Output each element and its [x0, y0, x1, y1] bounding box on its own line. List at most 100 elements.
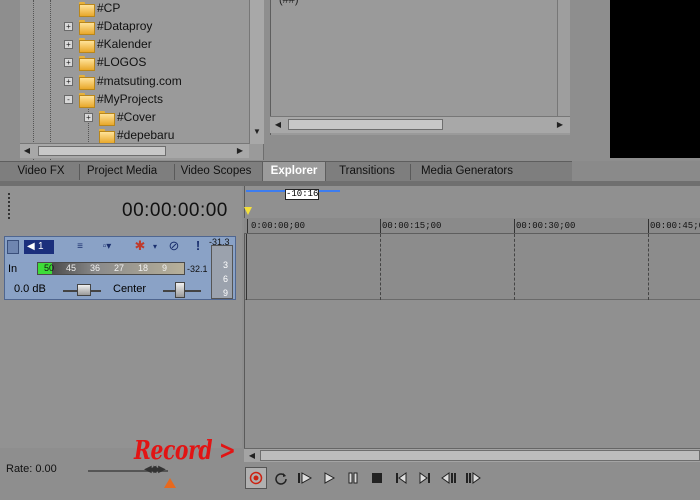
file-list-scroll-thumb[interactable]	[288, 119, 443, 130]
track-list-area	[0, 186, 242, 448]
stop-button[interactable]	[366, 467, 388, 489]
ruler-tick-label: 00:00:45;00	[650, 221, 700, 231]
meter-label: 3	[223, 260, 229, 270]
timecode-display: 00:00:00:00	[122, 200, 228, 221]
next-frame-icon	[466, 472, 481, 484]
stop-icon	[372, 473, 382, 483]
tab-explorer[interactable]: Explorer	[262, 162, 326, 182]
scroll-left-arrow-icon[interactable]: ◀	[272, 119, 284, 131]
tree-horizontal-scrollbar[interactable]: ◀ ▶	[20, 143, 249, 158]
meter-label: 9	[223, 288, 229, 298]
gear-icon[interactable]: ✱	[133, 239, 147, 253]
tree-folder-item[interactable]: + #Dataproy	[64, 17, 152, 35]
collapse-icon[interactable]: -	[64, 94, 73, 104]
play-from-start-button[interactable]	[294, 467, 316, 489]
ruler-tick	[247, 219, 248, 233]
go-to-start-icon	[396, 472, 407, 484]
playback-rate-label: Rate: 0.00	[6, 463, 57, 475]
expand-icon[interactable]: +	[64, 76, 73, 86]
play-button[interactable]	[318, 467, 340, 489]
grid-line	[514, 234, 515, 300]
tab-video-scopes[interactable]: Video Scopes	[177, 162, 255, 182]
next-frame-button[interactable]	[462, 467, 484, 489]
audio-track-header[interactable]: ◀ 1 ≡ ▫▾ ✱ ▾ ⊘ ! In -31.3 50 45 36 27 18…	[4, 236, 236, 300]
track-expand-icon[interactable]	[7, 240, 19, 254]
volume-value: 0.0 dB	[14, 283, 46, 295]
pan-slider-knob[interactable]	[175, 282, 185, 298]
folder-icon	[79, 74, 95, 90]
loop-playback-button[interactable]	[270, 467, 292, 489]
tree-folder-item[interactable]: #depebaru	[84, 126, 174, 144]
tree-folder-item[interactable]: + #LOGOS	[64, 53, 146, 71]
tree-vertical-scrollbar[interactable]: ▼	[249, 0, 264, 144]
volume-slider-knob[interactable]	[77, 284, 91, 296]
ruler-tick	[380, 219, 381, 233]
gear-dropdown-icon[interactable]: ▾	[148, 240, 162, 254]
ruler-tick	[648, 219, 649, 233]
tab-transitions[interactable]: Transitions	[330, 162, 404, 182]
play-icon	[324, 472, 336, 484]
folder-icon	[99, 110, 115, 126]
pause-icon	[348, 472, 358, 484]
rate-slider-thumb-icon[interactable]	[164, 478, 176, 488]
record-button[interactable]	[245, 467, 267, 489]
tree-folder-item[interactable]: #CP	[64, 0, 120, 17]
tree-folder-item[interactable]: + #Cover	[84, 108, 156, 126]
video-preview-window	[610, 0, 700, 158]
output-level-meter: 3 6 9	[211, 245, 233, 299]
time-ruler[interactable]	[244, 218, 700, 234]
meter-label: 45	[66, 263, 77, 273]
ruler-tick-label: 00:00:30;00	[516, 221, 576, 231]
folder-label: #LOGOS	[97, 55, 147, 69]
expand-icon[interactable]: +	[64, 57, 73, 67]
go-to-end-button[interactable]	[414, 467, 436, 489]
file-list-vertical-scrollbar[interactable]	[557, 0, 570, 116]
tab-media-generators[interactable]: Media Generators	[414, 162, 520, 182]
grid-line	[648, 234, 649, 300]
automation-icon[interactable]: ▫▾	[95, 240, 119, 254]
expand-icon[interactable]: +	[64, 39, 73, 49]
file-list-horizontal-scrollbar[interactable]: ◀ ▶	[270, 116, 570, 133]
cursor-line	[246, 234, 247, 300]
mute-icon[interactable]: ⊘	[167, 239, 181, 253]
expand-icon[interactable]: +	[64, 21, 73, 31]
timeline-horizontal-scrollbar[interactable]: ◀	[244, 448, 700, 462]
timeline-scroll-thumb[interactable]	[260, 450, 700, 461]
meter-label: 9	[162, 263, 168, 273]
tab-video-fx[interactable]: Video FX	[6, 162, 76, 182]
drag-grip-icon[interactable]	[8, 193, 12, 219]
meter-label: 36	[90, 263, 101, 273]
playhead-marker-icon[interactable]	[244, 207, 252, 215]
go-to-start-button[interactable]	[390, 467, 412, 489]
track-fx-icon[interactable]: ≡	[73, 240, 87, 254]
folder-label: #MyProjects	[97, 92, 164, 106]
folder-label: #CP	[97, 1, 121, 15]
scroll-right-arrow-icon[interactable]: ▶	[554, 119, 566, 131]
window-docking-tabs: Video FX Project Media Video Scopes Expl…	[0, 161, 572, 182]
folder-icon	[99, 128, 115, 144]
loop-icon	[275, 473, 287, 485]
ruler-tick-label: 00:00:15;00	[382, 221, 442, 231]
tree-scroll-thumb[interactable]	[38, 146, 166, 156]
previous-frame-button[interactable]	[438, 467, 460, 489]
meter-label: 18	[138, 263, 149, 273]
record-icon	[249, 471, 263, 485]
folder-label: #matsuting.com	[97, 74, 182, 88]
tree-folder-item[interactable]: - #MyProjects	[64, 90, 163, 108]
file-list-item[interactable]: (##)	[279, 0, 299, 6]
expand-icon[interactable]: +	[84, 112, 93, 122]
scroll-down-arrow-icon[interactable]: ▼	[251, 126, 263, 138]
audio-track-lane[interactable]	[245, 234, 700, 300]
solo-icon[interactable]: !	[191, 239, 205, 253]
loop-region-length: -10:16	[285, 189, 319, 200]
scroll-left-arrow-icon[interactable]: ◀	[246, 450, 258, 462]
pause-button[interactable]	[342, 467, 364, 489]
ruler-tick	[514, 219, 515, 233]
explorer-file-list[interactable]: (##)	[270, 0, 570, 135]
input-label: In	[8, 263, 18, 275]
tree-folder-item[interactable]: + #Kalender	[64, 35, 152, 53]
tab-project-media[interactable]: Project Media	[82, 162, 162, 182]
tree-folder-item[interactable]: + #matsuting.com	[64, 72, 182, 90]
scroll-right-arrow-icon[interactable]: ▶	[234, 145, 246, 157]
scroll-left-arrow-icon[interactable]: ◀	[21, 145, 33, 157]
